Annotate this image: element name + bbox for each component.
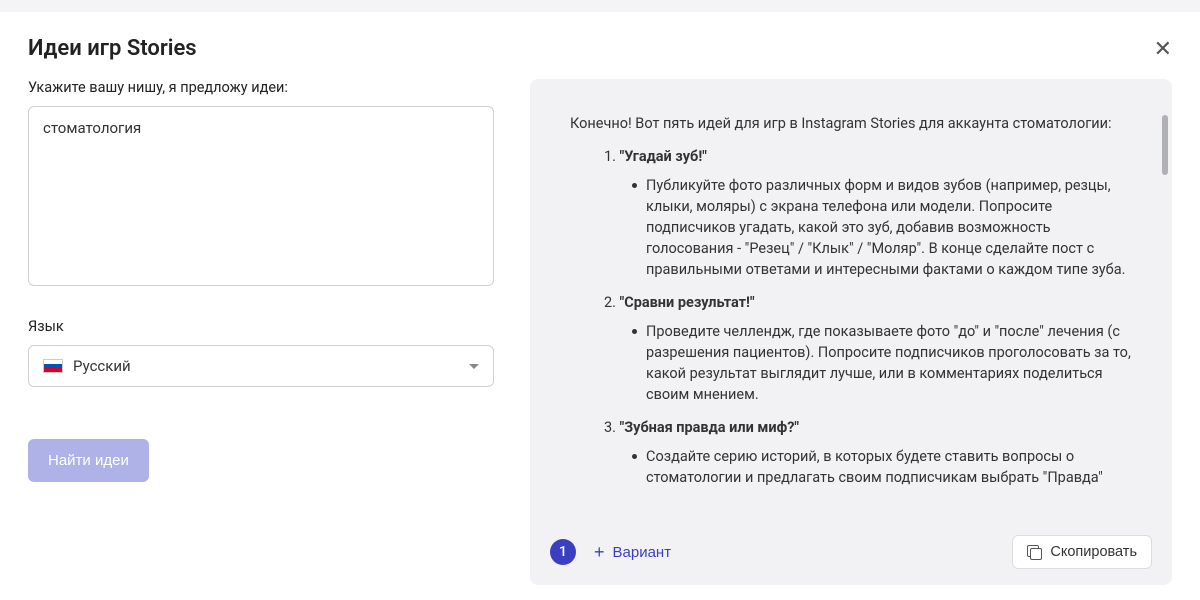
result-intro: Конечно! Вот пять идей для игр в Instagr…	[570, 115, 1132, 132]
idea-description: Публикуйте фото различных форм и видов з…	[570, 175, 1132, 280]
modal-title: Идеи игр Stories	[28, 36, 197, 61]
copy-label: Скопировать	[1050, 544, 1137, 560]
language-label: Язык	[28, 318, 494, 335]
idea-item: 3. "Зубная правда или миф?" Создайте сер…	[570, 419, 1132, 488]
chevron-down-icon	[469, 364, 479, 369]
idea-number: 2.	[604, 294, 616, 311]
niche-input[interactable]	[28, 106, 494, 286]
language-select-value: Русский	[43, 357, 131, 375]
language-select[interactable]: Русский	[28, 345, 494, 387]
result-panel: Конечно! Вот пять идей для игр в Instagr…	[530, 79, 1172, 585]
idea-number: 3.	[604, 419, 616, 436]
result-scroll-area[interactable]: Конечно! Вот пять идей для игр в Instagr…	[530, 79, 1172, 521]
idea-description: Проведите челлендж, где показываете фото…	[570, 321, 1132, 405]
stories-ideas-modal: Идеи игр Stories ✕ Укажите вашу нишу, я …	[0, 12, 1200, 600]
idea-title: "Угадай зуб!"	[620, 148, 707, 165]
close-button[interactable]: ✕	[1154, 38, 1172, 60]
add-variant-label: Вариант	[613, 544, 672, 561]
idea-item: 1. "Угадай зуб!" Публикуйте фото различн…	[570, 148, 1132, 280]
ideas-list: 1. "Угадай зуб!" Публикуйте фото различн…	[570, 148, 1132, 488]
niche-label: Укажите вашу нишу, я предложу идеи:	[28, 79, 494, 96]
language-select-text: Русский	[73, 357, 131, 375]
scrollbar-thumb[interactable]	[1162, 115, 1168, 175]
footer-left-group: 1 + Вариант	[550, 539, 671, 565]
language-group: Язык Русский	[28, 318, 494, 387]
close-icon: ✕	[1154, 36, 1172, 61]
add-variant-button[interactable]: + Вариант	[594, 542, 671, 563]
find-ideas-button[interactable]: Найти идеи	[28, 439, 149, 482]
idea-title: "Сравни результат!"	[620, 294, 755, 311]
variant-count-badge: 1	[550, 539, 576, 565]
form-column: Укажите вашу нишу, я предложу идеи: Язык…	[28, 79, 494, 585]
flag-ru-icon	[43, 359, 63, 373]
page-background-strip	[0, 0, 1200, 12]
copy-icon	[1027, 545, 1042, 560]
result-footer: 1 + Вариант Скопировать	[530, 521, 1172, 585]
idea-item: 2. "Сравни результат!" Проведите челленд…	[570, 294, 1132, 405]
idea-description: Создайте серию историй, в которых будете…	[570, 446, 1132, 488]
copy-button[interactable]: Скопировать	[1012, 535, 1152, 569]
modal-header: Идеи игр Stories ✕	[28, 36, 1172, 61]
idea-heading: 1. "Угадай зуб!"	[570, 148, 1132, 165]
plus-icon: +	[594, 542, 605, 563]
idea-number: 1.	[604, 148, 616, 165]
idea-heading: 3. "Зубная правда или миф?"	[570, 419, 1132, 436]
modal-columns: Укажите вашу нишу, я предложу идеи: Язык…	[28, 79, 1172, 585]
idea-heading: 2. "Сравни результат!"	[570, 294, 1132, 311]
idea-title: "Зубная правда или миф?"	[620, 419, 799, 436]
